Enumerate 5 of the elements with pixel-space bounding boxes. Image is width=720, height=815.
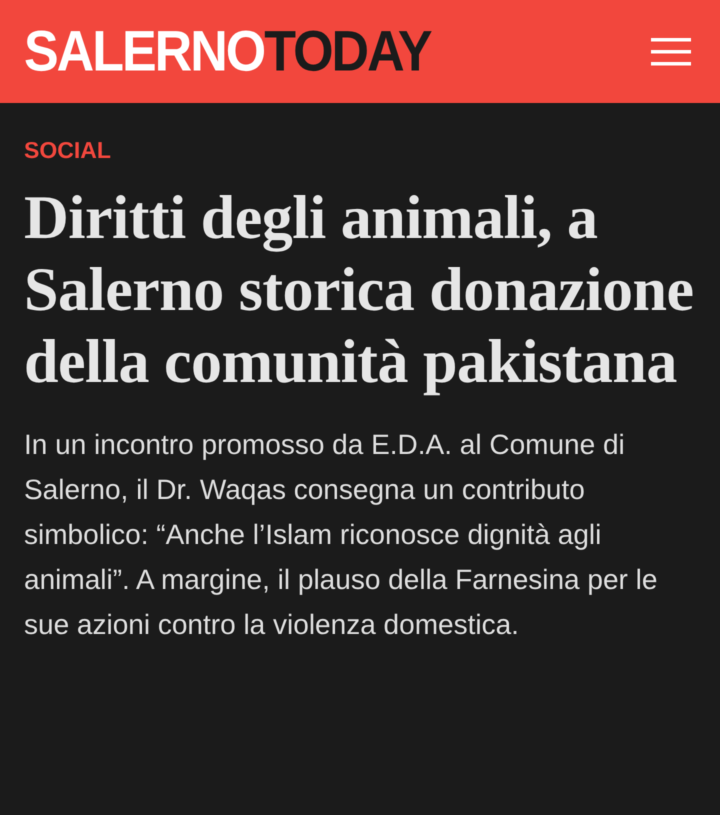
menu-icon bbox=[651, 36, 691, 66]
article-summary: In un incontro promosso da E.D.A. al Comune di Salerno, il Dr. Waqas consegna un contributo simbolico: “Anche l’Islam riconosce dignità agli animali”. A margine, il plauso della Farnesina per le sue azioni contro la violenza domestica. bbox=[24, 428, 658, 642]
site-logo[interactable]: SALERNOTODAY bbox=[24, 22, 431, 80]
category-link[interactable]: SOCIAL bbox=[24, 139, 111, 162]
article-title: Diritti degli animali, a Salerno storica donazione della comunità pakistana bbox=[24, 183, 694, 398]
